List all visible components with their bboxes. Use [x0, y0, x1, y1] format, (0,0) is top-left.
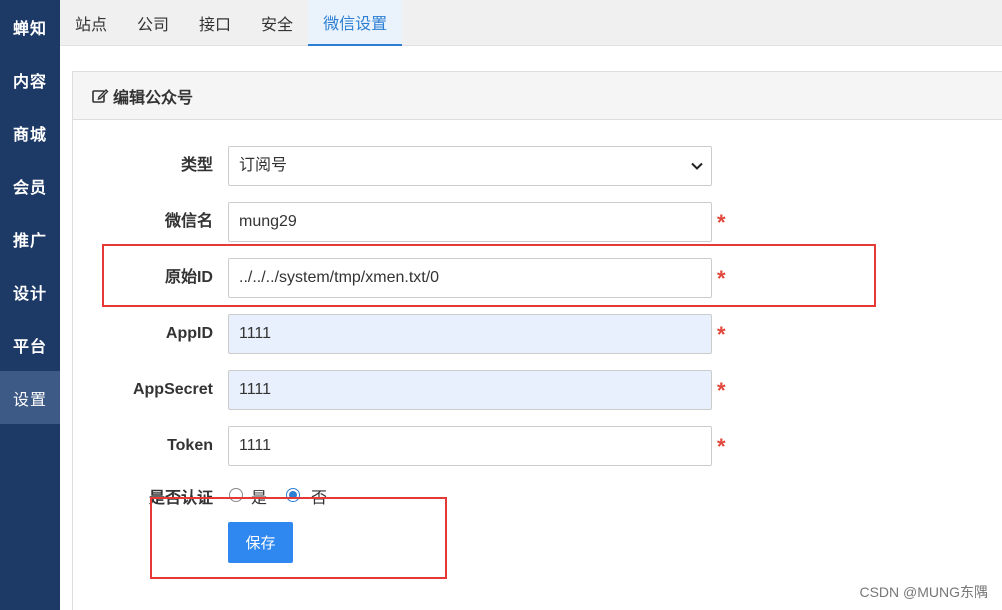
sidebar-item-platform[interactable]: 平台 — [0, 318, 60, 371]
sidebar-item-content[interactable]: 内容 — [0, 53, 60, 106]
tab-security[interactable]: 安全 — [246, 0, 308, 46]
edit-icon — [92, 88, 109, 103]
form-row-token: Token 1111 * — [73, 426, 773, 466]
top-tab-bar: 站点 公司 接口 安全 微信设置 — [60, 0, 1002, 46]
sidebar: 蝉知 内容 商城 会员 推广 设计 平台 设置 — [0, 0, 60, 610]
type-label: 类型 — [180, 157, 213, 174]
sidebar-item-settings[interactable]: 设置 — [0, 371, 60, 424]
chevron-down-icon — [691, 162, 703, 170]
required-marker: * — [717, 378, 726, 403]
required-marker: * — [717, 434, 726, 459]
type-select-value: 订阅号 — [239, 157, 288, 174]
type-select[interactable]: 订阅号 — [228, 146, 712, 186]
form-row-appsecret: AppSecret 1111 * — [73, 370, 773, 410]
sidebar-item-shop[interactable]: 商城 — [0, 106, 60, 159]
appsecret-input[interactable]: 1111 — [228, 370, 712, 410]
form-row-type: 类型 订阅号 — [73, 146, 773, 186]
appsecret-label: AppSecret — [132, 381, 213, 398]
token-input[interactable]: 1111 — [228, 426, 712, 466]
appid-input[interactable]: 1111 — [228, 314, 712, 354]
highlight-box-save — [150, 497, 447, 579]
tab-wechat-settings[interactable]: 微信设置 — [308, 0, 403, 46]
form-row-appid: AppID 1111 * — [73, 314, 773, 354]
required-marker: * — [717, 210, 726, 235]
form-row-name: 微信名 mung29 * — [73, 202, 773, 242]
highlight-box-original-id — [102, 244, 876, 307]
token-label: Token — [167, 437, 213, 454]
watermark: CSDN @MUNG东隅 — [859, 584, 988, 600]
tab-interface[interactable]: 接口 — [184, 0, 246, 46]
panel-header: 编辑公众号 — [73, 72, 1002, 120]
sidebar-item-promotion[interactable]: 推广 — [0, 212, 60, 265]
wechat-name-input[interactable]: mung29 — [228, 202, 712, 242]
sidebar-item-design[interactable]: 设计 — [0, 265, 60, 318]
sidebar-item-chanzhi[interactable]: 蝉知 — [0, 0, 60, 53]
appid-label: AppID — [165, 325, 213, 342]
wechat-name-label: 微信名 — [164, 213, 213, 230]
required-marker: * — [717, 322, 726, 347]
panel-title: 编辑公众号 — [113, 89, 194, 107]
sidebar-item-members[interactable]: 会员 — [0, 159, 60, 212]
tab-site[interactable]: 站点 — [60, 0, 122, 46]
tab-company[interactable]: 公司 — [122, 0, 184, 46]
